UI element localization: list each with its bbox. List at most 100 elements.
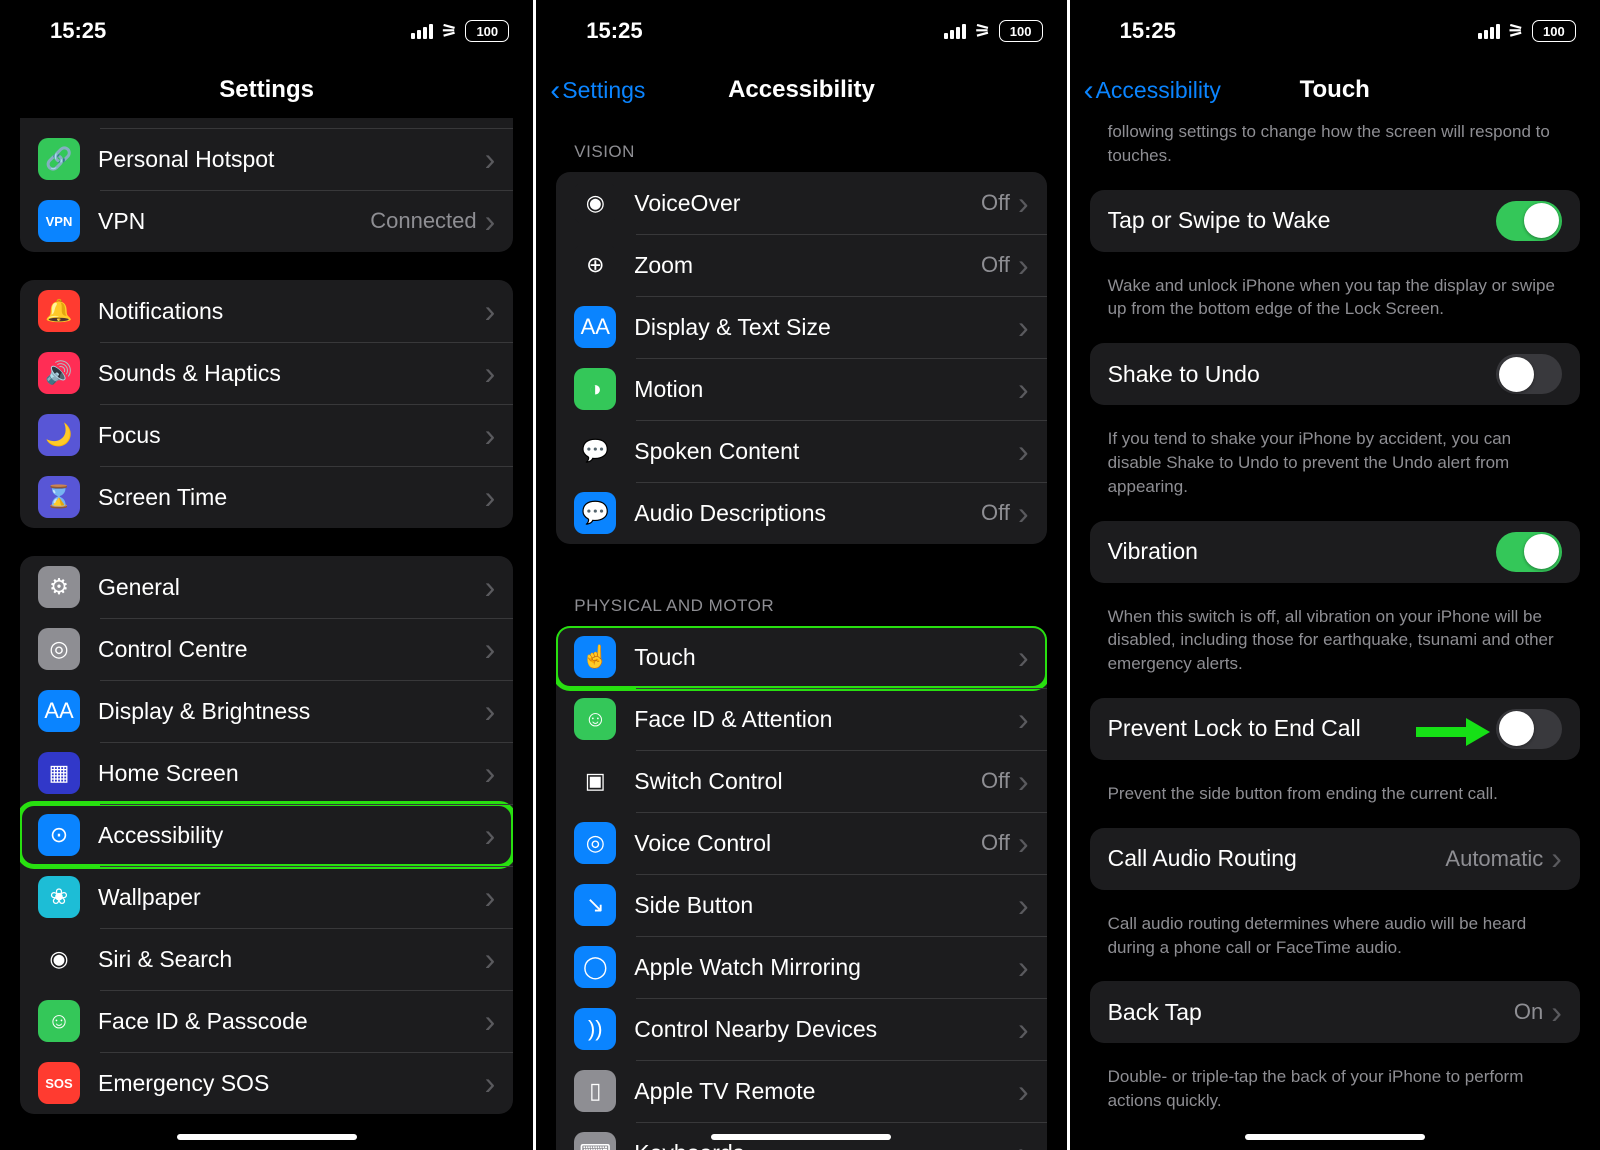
row-label: Back Tap	[1108, 999, 1514, 1026]
row-face-id-passcode[interactable]: ☺Face ID & Passcode›	[20, 990, 513, 1052]
row-side-button[interactable]: ↘Side Button›	[556, 874, 1046, 936]
row-mobile-data[interactable]: 📶Mobile Data›	[20, 118, 513, 128]
row-note: Call audio routing determines where audi…	[1090, 904, 1580, 982]
row-value: Off	[981, 500, 1010, 526]
clock: 15:25	[50, 18, 106, 44]
sounds-haptics-icon: 🔊	[38, 352, 80, 394]
status-icons: ⚞ 100	[411, 20, 509, 42]
row-label: Control Nearby Devices	[634, 1016, 1018, 1043]
back-label: Accessibility	[1096, 77, 1221, 104]
row-control-centre[interactable]: ◎Control Centre›	[20, 618, 513, 680]
row-label: Screen Time	[98, 484, 485, 511]
row-zoom[interactable]: ⊕ZoomOff›	[556, 234, 1046, 296]
row-home-screen[interactable]: ▦Home Screen›	[20, 742, 513, 804]
motion-icon: ◑	[574, 368, 616, 410]
home-indicator[interactable]	[711, 1134, 891, 1140]
row-label: Side Button	[634, 892, 1018, 919]
face-id-passcode-icon: ☺	[38, 1000, 80, 1042]
chevron-left-icon: ‹	[550, 83, 560, 98]
toggle-prevent-lock[interactable]	[1496, 709, 1562, 749]
row-label: Accessibility	[98, 822, 485, 849]
toggle-tap-or-swipe[interactable]	[1496, 201, 1562, 241]
row-value: On	[1514, 999, 1543, 1025]
chevron-right-icon: ›	[1018, 309, 1029, 346]
chevron-right-icon: ›	[1018, 495, 1029, 532]
row-spoken-content[interactable]: 💬Spoken Content›	[556, 420, 1046, 482]
touch-group-back-tap: Back Tap On ›	[1090, 981, 1580, 1043]
row-call-audio-routing[interactable]: Call Audio Routing Automatic ›	[1090, 828, 1580, 890]
row-focus[interactable]: 🌙Focus›	[20, 404, 513, 466]
row-face-id-attention[interactable]: ☺Face ID & Attention›	[556, 688, 1046, 750]
spoken-content-icon: 💬	[574, 430, 616, 472]
toggle-vibration[interactable]	[1496, 532, 1562, 572]
vpn-icon: VPN	[38, 200, 80, 242]
row-motion[interactable]: ◑Motion›	[556, 358, 1046, 420]
row-emergency-sos[interactable]: SOSEmergency SOS›	[20, 1052, 513, 1114]
touch-icon: ☝	[574, 636, 616, 678]
row-general[interactable]: ⚙︎General›	[20, 556, 513, 618]
row-voice-control[interactable]: ◎Voice ControlOff›	[556, 812, 1046, 874]
row-personal-hotspot[interactable]: 🔗Personal Hotspot›	[20, 128, 513, 190]
chevron-right-icon: ›	[1018, 1011, 1029, 1048]
touch-group-call-audio: Call Audio Routing Automatic ›	[1090, 828, 1580, 890]
row-screen-time[interactable]: ⌛Screen Time›	[20, 466, 513, 528]
home-indicator[interactable]	[1245, 1134, 1425, 1140]
row-value: Off	[981, 768, 1010, 794]
row-label: Face ID & Attention	[634, 706, 1018, 733]
accessibility-group-vision: ◉VoiceOverOff›⊕ZoomOff›AADisplay & Text …	[556, 172, 1046, 544]
row-switch-control[interactable]: ▣Switch ControlOff›	[556, 750, 1046, 812]
row-touch[interactable]: ☝Touch›	[556, 626, 1046, 688]
display-text-size-icon: AA	[574, 306, 616, 348]
row-tap-or-swipe-to-wake[interactable]: Tap or Swipe to Wake	[1090, 190, 1580, 252]
row-display-brightness[interactable]: AADisplay & Brightness›	[20, 680, 513, 742]
row-audio-descriptions[interactable]: 💬Audio DescriptionsOff›	[556, 482, 1046, 544]
row-label: Control Centre	[98, 636, 485, 663]
row-vibration[interactable]: Vibration	[1090, 521, 1580, 583]
siri-search-icon: ◉	[38, 938, 80, 980]
chevron-right-icon: ›	[485, 293, 496, 330]
row-wallpaper[interactable]: ❀Wallpaper›	[20, 866, 513, 928]
row-apple-watch-mirroring[interactable]: ◯Apple Watch Mirroring›	[556, 936, 1046, 998]
chevron-right-icon: ›	[485, 755, 496, 792]
row-note: If you tend to shake your iPhone by acci…	[1090, 419, 1580, 520]
row-shake-to-undo[interactable]: Shake to Undo	[1090, 343, 1580, 405]
row-apple-tv-remote[interactable]: ▯Apple TV Remote›	[556, 1060, 1046, 1122]
toggle-shake-to-undo[interactable]	[1496, 354, 1562, 394]
row-siri-search[interactable]: ◉Siri & Search›	[20, 928, 513, 990]
focus-icon: 🌙	[38, 414, 80, 456]
home-indicator[interactable]	[177, 1134, 357, 1140]
row-value: Automatic	[1445, 846, 1543, 872]
row-label: Prevent Lock to End Call	[1108, 715, 1416, 742]
side-button-icon: ↘	[574, 884, 616, 926]
section-header-motor: PHYSICAL AND MOTOR	[556, 572, 1046, 626]
back-label: Settings	[562, 77, 645, 104]
row-sounds-haptics[interactable]: 🔊Sounds & Haptics›	[20, 342, 513, 404]
row-label: Zoom	[634, 252, 981, 279]
home-screen-icon: ▦	[38, 752, 80, 794]
row-label: Emergency SOS	[98, 1070, 485, 1097]
apple-tv-remote-icon: ▯	[574, 1070, 616, 1112]
cellular-icon	[1478, 23, 1500, 39]
row-label: Spoken Content	[634, 438, 1018, 465]
row-label: Call Audio Routing	[1108, 845, 1446, 872]
wifi-icon: ⚞	[974, 21, 990, 42]
row-voiceover[interactable]: ◉VoiceOverOff›	[556, 172, 1046, 234]
row-label: Apple TV Remote	[634, 1078, 1018, 1105]
row-display-text-size[interactable]: AADisplay & Text Size›	[556, 296, 1046, 358]
row-accessibility[interactable]: ⊙Accessibility›	[20, 804, 513, 866]
back-button[interactable]: ‹ Accessibility	[1084, 77, 1221, 104]
row-prevent-lock-to-end-call[interactable]: Prevent Lock to End Call	[1090, 698, 1580, 760]
back-button[interactable]: ‹ Settings	[550, 77, 645, 104]
row-control-nearby-devices[interactable]: ))Control Nearby Devices›	[556, 998, 1046, 1060]
accessibility-screen: 15:25 ⚞ 100 ‹ Settings Accessibility VIS…	[533, 0, 1066, 1150]
voice-control-icon: ◎	[574, 822, 616, 864]
section-header-vision: VISION	[556, 118, 1046, 172]
chevron-right-icon: ›	[485, 355, 496, 392]
row-vpn[interactable]: VPNVPNConnected›	[20, 190, 513, 252]
row-notifications[interactable]: 🔔Notifications›	[20, 280, 513, 342]
chevron-right-icon: ›	[1018, 763, 1029, 800]
switch-control-icon: ▣	[574, 760, 616, 802]
battery-icon: 100	[999, 20, 1043, 42]
row-back-tap[interactable]: Back Tap On ›	[1090, 981, 1580, 1043]
row-note: Prevent the side button from ending the …	[1090, 774, 1580, 828]
